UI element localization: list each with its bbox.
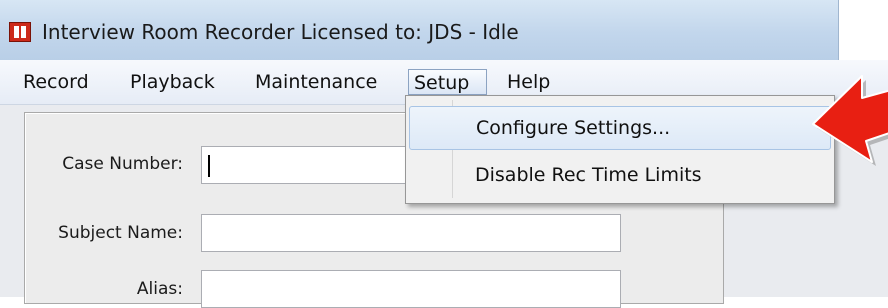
subject-name-input[interactable] [201, 214, 621, 252]
menu-item-configure-settings[interactable]: Configure Settings... [409, 106, 831, 150]
red-arrow-icon [812, 75, 888, 166]
menu-maintenance[interactable]: Maintenance [250, 69, 382, 95]
subject-name-label: Subject Name: [58, 223, 183, 243]
alias-label: Alias: [136, 279, 183, 299]
title-bar[interactable]: Interview Room Recorder Licensed to: JDS… [0, 0, 839, 60]
text-caret [208, 155, 210, 177]
setup-dropdown-menu: Configure Settings... Disable Rec Time L… [405, 95, 835, 204]
app-icon[interactable] [9, 22, 31, 42]
alias-input[interactable] [201, 270, 621, 308]
menu-setup[interactable]: Setup [408, 69, 487, 95]
menu-help[interactable]: Help [502, 69, 555, 95]
menu-playback[interactable]: Playback [125, 69, 220, 95]
menu-record[interactable]: Record [18, 69, 94, 95]
window-title: Interview Room Recorder Licensed to: JDS… [42, 20, 519, 44]
case-number-label: Case Number: [62, 154, 183, 174]
menu-item-disable-rec-time-limits[interactable]: Disable Rec Time Limits [409, 153, 831, 197]
